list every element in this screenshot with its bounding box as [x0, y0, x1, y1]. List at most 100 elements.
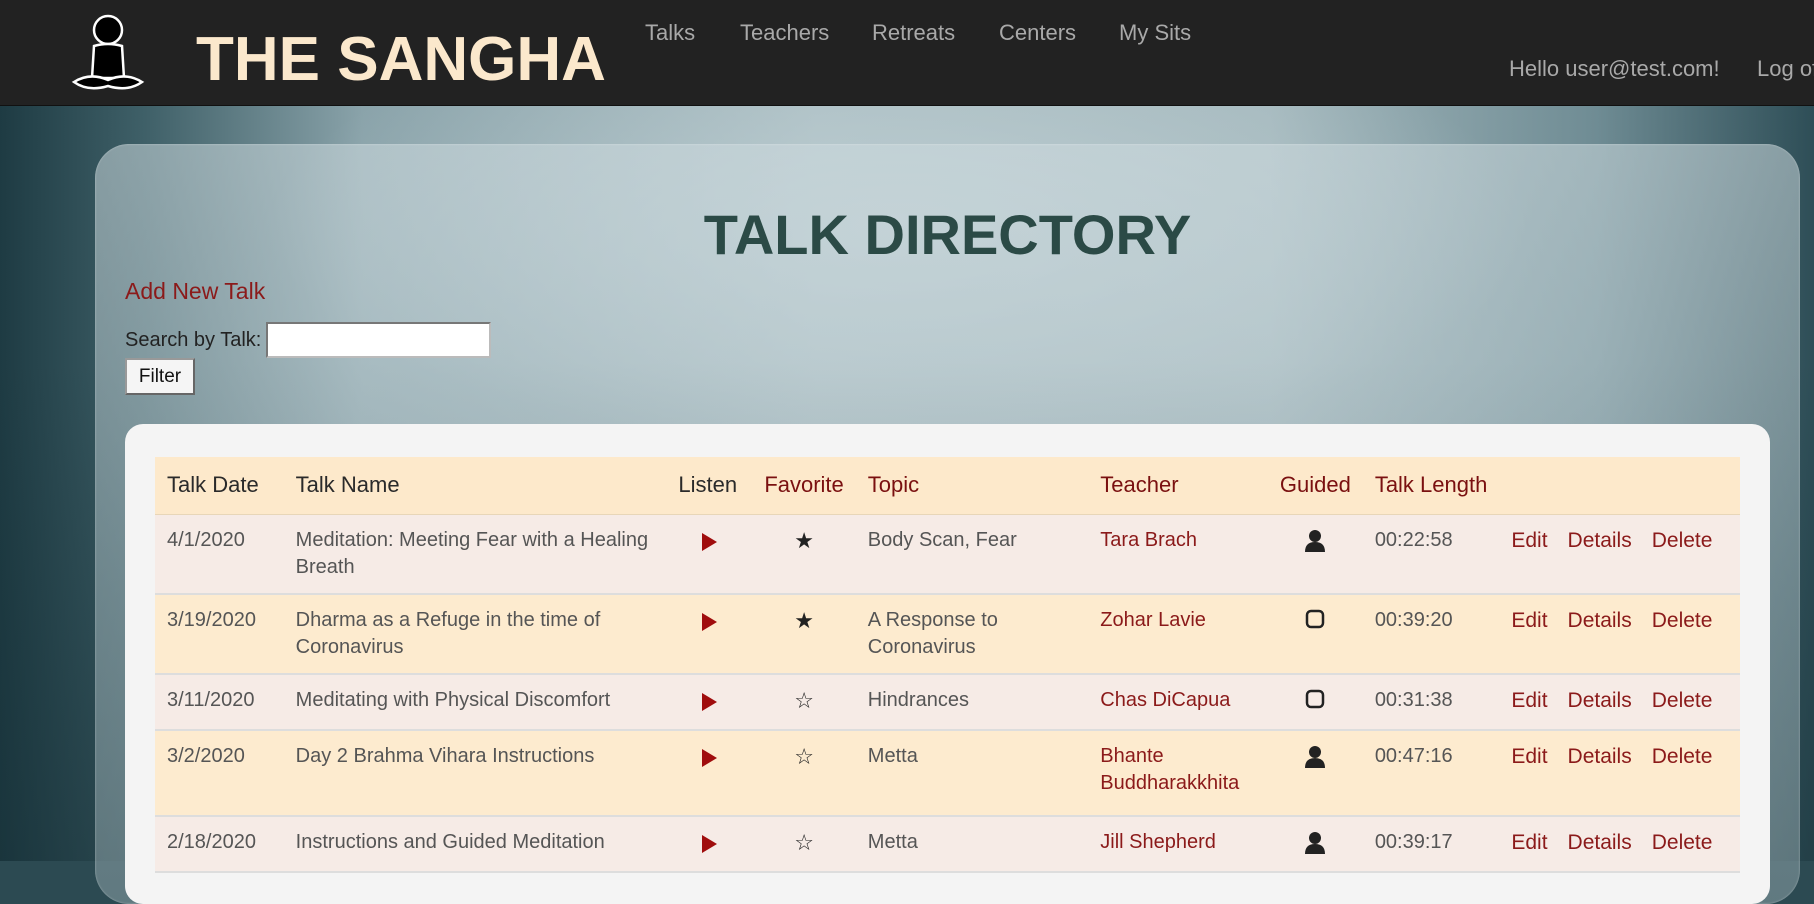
star-filled-icon[interactable]: ★ [794, 528, 814, 553]
play-button[interactable] [666, 816, 753, 873]
search-label: Search by Talk: [125, 329, 262, 351]
teacher-link[interactable]: Tara Brach [1088, 514, 1268, 595]
talk-name: Meditation: Meeting Fear with a Healing … [283, 514, 667, 595]
play-button[interactable] [666, 730, 753, 817]
meditator-logo-icon[interactable] [70, 14, 146, 92]
row-actions: Edit Details Delete [1499, 730, 1740, 817]
nav-my-sits[interactable]: My Sits [1119, 18, 1191, 48]
talk-date: 3/19/2020 [155, 594, 284, 675]
guided-cell [1267, 594, 1363, 675]
talk-topic: A Response to Coronavirus [855, 594, 1089, 675]
person-icon [1305, 832, 1326, 854]
row-actions: Edit Details Delete [1499, 816, 1740, 873]
header-talk-name[interactable]: Talk Name [283, 457, 667, 515]
star-outline-icon[interactable]: ☆ [794, 688, 814, 713]
talk-date: 3/11/2020 [155, 674, 284, 731]
guided-cell [1267, 674, 1363, 731]
star-outline-icon[interactable]: ☆ [794, 744, 814, 769]
table-row: 4/1/2020 Meditation: Meeting Fear with a… [155, 514, 1740, 595]
play-icon[interactable] [701, 693, 717, 711]
delete-link[interactable]: Delete [1652, 831, 1713, 854]
details-link[interactable]: Details [1568, 529, 1632, 552]
table-row: 3/11/2020 Meditating with Physical Disco… [155, 674, 1740, 731]
favorite-toggle[interactable]: ☆ [752, 674, 856, 731]
edit-link[interactable]: Edit [1511, 609, 1547, 632]
header-topic[interactable]: Topic [855, 457, 1089, 515]
details-link[interactable]: Details [1568, 831, 1632, 854]
header-teacher[interactable]: Teacher [1088, 457, 1268, 515]
talk-date: 2/18/2020 [155, 816, 284, 873]
header-listen: Listen [666, 457, 753, 515]
play-icon[interactable] [701, 749, 717, 767]
table-row: 2/18/2020 Instructions and Guided Medita… [155, 816, 1740, 873]
edit-link[interactable]: Edit [1511, 831, 1547, 854]
header-talk-length[interactable]: Talk Length [1362, 457, 1500, 515]
row-actions: Edit Details Delete [1499, 674, 1740, 731]
header-favorite[interactable]: Favorite [752, 457, 856, 515]
edit-link[interactable]: Edit [1511, 689, 1547, 712]
teacher-link[interactable]: Chas DiCapua [1088, 674, 1268, 731]
table-row: 3/19/2020 Dharma as a Refuge in the time… [155, 594, 1740, 675]
teacher-link[interactable]: Jill Shepherd [1088, 816, 1268, 873]
details-link[interactable]: Details [1568, 609, 1632, 632]
talk-name: Instructions and Guided Meditation [283, 816, 667, 873]
favorite-toggle[interactable]: ★ [752, 514, 856, 595]
row-actions: Edit Details Delete [1499, 514, 1740, 595]
guided-cell [1267, 730, 1363, 817]
header-talk-date[interactable]: Talk Date [155, 457, 284, 515]
nav-teachers[interactable]: Teachers [740, 18, 829, 48]
table-header-row: Talk Date Talk Name Listen Favorite Topi… [155, 457, 1740, 515]
play-button[interactable] [666, 594, 753, 675]
details-link[interactable]: Details [1568, 745, 1632, 768]
talk-name: Day 2 Brahma Vihara Instructions [283, 730, 667, 817]
header-actions [1499, 457, 1740, 515]
brand-title[interactable]: THE SANGHA [196, 22, 606, 98]
talk-length: 00:47:16 [1362, 730, 1500, 817]
logout-link[interactable]: Log of [1757, 54, 1814, 84]
guided-cell [1267, 514, 1363, 595]
talk-date: 3/2/2020 [155, 730, 284, 817]
teacher-link[interactable]: Zohar Lavie [1088, 594, 1268, 675]
play-icon[interactable] [701, 835, 717, 853]
delete-link[interactable]: Delete [1652, 745, 1713, 768]
talk-topic: Metta [855, 730, 1089, 817]
row-actions: Edit Details Delete [1499, 594, 1740, 675]
talk-topic: Hindrances [855, 674, 1089, 731]
favorite-toggle[interactable]: ☆ [752, 816, 856, 873]
square-icon [1306, 689, 1325, 709]
square-icon [1306, 609, 1325, 629]
nav-centers[interactable]: Centers [999, 18, 1076, 48]
play-button[interactable] [666, 514, 753, 595]
delete-link[interactable]: Delete [1652, 689, 1713, 712]
edit-link[interactable]: Edit [1511, 529, 1547, 552]
guided-cell [1267, 816, 1363, 873]
talk-topic: Body Scan, Fear [855, 514, 1089, 595]
talks-table: Talk Date Talk Name Listen Favorite Topi… [155, 457, 1740, 873]
talk-name: Dharma as a Refuge in the time of Corona… [283, 594, 667, 675]
star-filled-icon[interactable]: ★ [794, 608, 814, 633]
nav-talks[interactable]: Talks [645, 18, 695, 48]
favorite-toggle[interactable]: ☆ [752, 730, 856, 817]
edit-link[interactable]: Edit [1511, 745, 1547, 768]
talk-name: Meditating with Physical Discomfort [283, 674, 667, 731]
header-guided[interactable]: Guided [1267, 457, 1363, 515]
navbar: THE SANGHA Talks Teachers Retreats Cente… [0, 0, 1814, 106]
filter-button[interactable]: Filter [125, 358, 195, 395]
star-outline-icon[interactable]: ☆ [794, 830, 814, 855]
table-row: 3/2/2020 Day 2 Brahma Vihara Instruction… [155, 730, 1740, 817]
delete-link[interactable]: Delete [1652, 529, 1713, 552]
play-icon[interactable] [701, 532, 717, 551]
search-talk-input[interactable] [266, 322, 491, 358]
nav-retreats[interactable]: Retreats [872, 18, 955, 48]
talk-length: 00:39:20 [1362, 594, 1500, 675]
delete-link[interactable]: Delete [1652, 609, 1713, 632]
favorite-toggle[interactable]: ★ [752, 594, 856, 675]
play-icon[interactable] [701, 613, 717, 631]
user-greeting-link[interactable]: Hello user@test.com! [1509, 54, 1720, 84]
details-link[interactable]: Details [1568, 689, 1632, 712]
talk-length: 00:22:58 [1362, 514, 1500, 595]
talk-date: 4/1/2020 [155, 514, 284, 595]
add-new-talk-link[interactable]: Add New Talk [125, 275, 265, 307]
play-button[interactable] [666, 674, 753, 731]
teacher-link[interactable]: Bhante Buddharakkhita [1088, 730, 1268, 817]
